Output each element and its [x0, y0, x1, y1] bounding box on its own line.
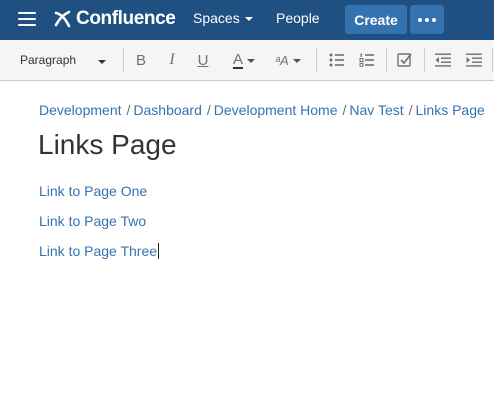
bullet-list-button[interactable]: [328, 48, 346, 72]
toolbar-divider: [316, 48, 317, 72]
editor-line[interactable]: Link to Page Three: [39, 243, 160, 259]
chevron-down-icon: [98, 60, 106, 64]
breadcrumb-separator: /: [126, 102, 131, 118]
numbered-list-icon: [359, 53, 374, 67]
people-label: People: [276, 10, 320, 26]
text-cursor: [158, 243, 160, 259]
spaces-label: Spaces: [193, 10, 240, 26]
outdent-icon: [435, 53, 451, 67]
create-button[interactable]: Create: [345, 5, 407, 34]
content-link[interactable]: Link to Page Three: [39, 243, 157, 259]
breadcrumb: Development / Dashboard / Development Home / N…: [39, 102, 485, 118]
toolbar-divider: [386, 48, 387, 72]
editor-toolbar: Paragraph B I U A ᵃA: [0, 40, 494, 81]
more-options-button[interactable]: [410, 5, 444, 34]
dot-icon: [425, 17, 429, 22]
paragraph-format-label: Paragraph: [20, 53, 77, 67]
chevron-down-icon: [244, 17, 253, 21]
confluence-logo[interactable]: Confluence: [54, 7, 176, 31]
text-format-icon: ᵃA: [275, 52, 289, 68]
text-color-icon: A: [232, 50, 243, 69]
dot-icon: [432, 17, 436, 22]
breadcrumb-link[interactable]: Links Page: [416, 102, 485, 118]
logo-text: Confluence: [76, 8, 176, 29]
dot-icon: [418, 17, 422, 22]
toolbar-divider: [492, 48, 493, 72]
text-format-button[interactable]: ᵃA: [272, 48, 304, 72]
indent-button[interactable]: [465, 48, 483, 72]
breadcrumb-link[interactable]: Nav Test: [349, 102, 403, 118]
italic-button[interactable]: I: [164, 48, 180, 72]
bullet-list-icon: [329, 53, 344, 67]
page-title[interactable]: Links Page: [38, 129, 177, 161]
toolbar-divider: [424, 48, 425, 72]
chevron-down-icon: [247, 59, 255, 63]
chevron-down-icon: [292, 59, 301, 63]
italic-icon: I: [169, 51, 175, 68]
underline-button[interactable]: U: [195, 48, 211, 72]
breadcrumb-separator: /: [342, 102, 347, 118]
checkbox-icon: [397, 53, 412, 67]
text-color-button[interactable]: A: [226, 48, 262, 72]
breadcrumb-link[interactable]: Development Home: [214, 102, 338, 118]
content-link[interactable]: Link to Page One: [39, 183, 147, 199]
confluence-x-icon: [54, 10, 71, 28]
bold-button[interactable]: B: [133, 48, 149, 72]
content-link[interactable]: Link to Page Two: [39, 213, 146, 229]
breadcrumb-separator: /: [206, 102, 211, 118]
breadcrumb-separator: /: [408, 102, 413, 118]
indent-icon: [466, 53, 482, 67]
hamburger-menu-icon[interactable]: [18, 12, 36, 28]
underline-icon: U: [197, 51, 209, 69]
outdent-button[interactable]: [434, 48, 452, 72]
breadcrumb-link[interactable]: Dashboard: [133, 102, 202, 118]
toolbar-divider: [123, 48, 124, 72]
numbered-list-button[interactable]: [358, 48, 376, 72]
breadcrumb-link[interactable]: Development: [39, 102, 122, 118]
paragraph-format-select[interactable]: Paragraph: [8, 46, 114, 74]
spaces-menu[interactable]: Spaces: [193, 10, 253, 26]
bold-icon: B: [135, 51, 146, 69]
top-navigation-bar: Confluence Spaces People Create: [0, 0, 494, 40]
people-link[interactable]: People: [276, 10, 320, 26]
task-list-button[interactable]: [396, 48, 414, 72]
